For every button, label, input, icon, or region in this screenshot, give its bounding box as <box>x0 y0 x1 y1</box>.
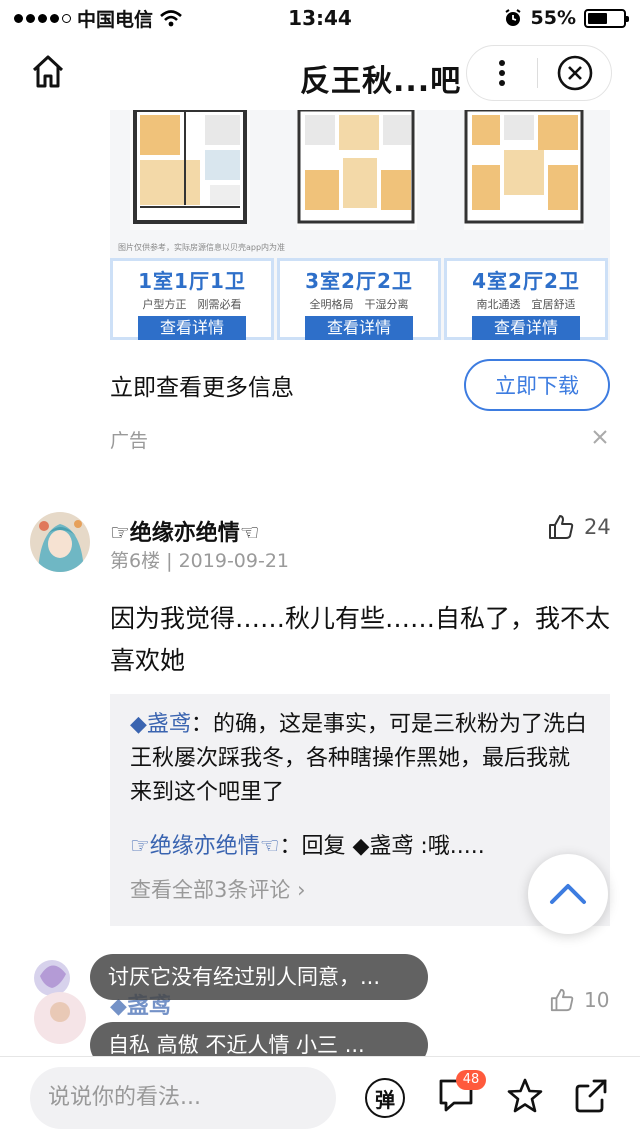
bottom-bar: 说说你的看法... 弹 48 <box>0 1056 640 1139</box>
view-detail-button[interactable]: 查看详情 <box>305 316 413 340</box>
alarm-icon <box>504 9 521 26</box>
post-content: 因为我觉得……秋儿有些……自私了，我不太喜欢她 <box>110 604 611 675</box>
download-button[interactable]: 立即下载 <box>464 359 610 411</box>
view-detail-button[interactable]: 查看详情 <box>138 316 246 340</box>
floor-plan-image <box>130 110 250 230</box>
avatar[interactable] <box>30 956 90 1048</box>
ad-card-1[interactable]: 图片仅供参考，实际房源信息以贝壳app内为准 1室1厅1卫 户型方正 刚需必看 … <box>110 110 285 340</box>
ad-tag: 广告 <box>110 430 149 452</box>
danmaku-bubble[interactable]: 讨厌它没有经过别人同意，... <box>90 954 428 1000</box>
clock: 13:44 <box>288 6 352 30</box>
ad-close-button[interactable] <box>590 427 610 447</box>
ad-card-info: 3室2厅2卫 全明格局 干湿分离 查看详情 <box>277 258 441 340</box>
room-feature: 户型方正 刚需必看 <box>142 298 242 311</box>
reply-colon: ： <box>190 712 213 737</box>
floor-plan-image <box>297 110 417 230</box>
share-button[interactable] <box>572 1076 612 1116</box>
reply-author[interactable]: ◆盏鸢 <box>130 712 191 737</box>
ad-card-3[interactable]: 4室2厅2卫 南北通透 宜居舒适 查看详情 <box>444 110 610 340</box>
close-icon <box>593 430 607 444</box>
page-title[interactable]: 反王秋...吧 › <box>300 56 486 100</box>
ad-note: 图片仅供参考，实际房源信息以贝壳app内为准 <box>118 243 286 252</box>
avatar[interactable] <box>30 512 90 572</box>
home-icon <box>32 55 64 88</box>
reply-colon: ： <box>279 834 302 859</box>
chevron-right-icon: › <box>297 878 306 902</box>
wifi-icon <box>160 10 182 27</box>
like-button[interactable]: 24 <box>548 514 611 540</box>
more-button[interactable] <box>467 46 537 100</box>
mini-program-capsule <box>466 45 612 101</box>
room-type: 1室1厅1卫 <box>138 269 246 293</box>
reply-text: 回复 ◆盏鸢 :哦..... <box>301 834 485 859</box>
floor-label: 第6楼 <box>110 550 161 572</box>
room-type: 3室2厅2卫 <box>305 269 413 293</box>
room-type: 4室2厅2卫 <box>472 269 580 293</box>
ad-banner[interactable]: 图片仅供参考，实际房源信息以贝壳app内为准 1室1厅1卫 户型方正 刚需必看 … <box>110 110 610 340</box>
like-button[interactable]: 10 <box>550 988 609 1012</box>
chevron-up-icon <box>550 884 586 904</box>
thumbs-up-icon <box>550 988 574 1012</box>
status-bar: 中国电信 13:44 55% <box>0 0 640 36</box>
battery-icon <box>584 8 629 28</box>
close-button[interactable] <box>538 54 611 92</box>
post-meta: 第6楼 | 2019-09-21 <box>110 546 289 573</box>
comment-count-badge: 48 <box>456 1070 486 1090</box>
ad-card-2[interactable]: 3室2厅2卫 全明格局 干湿分离 查看详情 <box>277 110 443 340</box>
thumbs-up-icon <box>549 515 574 539</box>
comment-input[interactable]: 说说你的看法... <box>30 1067 336 1129</box>
ad-cta-text[interactable]: 立即查看更多信息 <box>110 368 294 402</box>
reply-item[interactable]: ☞绝缘亦绝情☜：回复 ◆盏鸢 :哦..... <box>130 828 485 860</box>
battery-percent: 55% <box>530 7 576 29</box>
reply-item[interactable]: ◆盏鸢：的确，这是事实，可是三秋粉为了洗白王秋屡次踩我冬，各种瞎操作黑她，最后我… <box>130 708 590 810</box>
view-all-comments[interactable]: 查看全部3条评论 › <box>130 874 305 904</box>
ad-card-info: 1室1厅1卫 户型方正 刚需必看 查看详情 <box>110 258 274 340</box>
ad-card-info: 4室2厅2卫 南北通透 宜居舒适 查看详情 <box>444 258 608 340</box>
carrier-label: 中国电信 <box>77 8 154 31</box>
danmaku-toggle-button[interactable]: 弹 <box>365 1078 405 1118</box>
post-date: 2019-09-21 <box>178 550 290 572</box>
view-detail-button[interactable]: 查看详情 <box>472 316 580 340</box>
scroll-top-button[interactable] <box>528 854 608 934</box>
meta-divider: | <box>166 550 179 572</box>
close-icon <box>557 55 592 91</box>
reply-author[interactable]: ☞绝缘亦绝情☜ <box>130 834 279 859</box>
post-author[interactable]: ☞绝缘亦绝情☜ <box>110 515 259 547</box>
like-count: 24 <box>584 515 611 539</box>
room-feature: 全明格局 干湿分离 <box>309 298 409 311</box>
more-dots-icon <box>499 60 505 86</box>
share-icon <box>575 1079 607 1113</box>
view-all-label: 查看全部3条评论 <box>130 878 291 902</box>
star-icon <box>507 1078 543 1113</box>
like-count: 10 <box>584 988 610 1012</box>
signal-icon <box>14 13 71 23</box>
favorite-button[interactable] <box>505 1076 545 1116</box>
floor-plan-image <box>464 110 584 230</box>
room-feature: 南北通透 宜居舒适 <box>476 298 576 311</box>
home-button[interactable] <box>28 52 68 92</box>
nav-bar: 反王秋...吧 › <box>0 40 640 110</box>
